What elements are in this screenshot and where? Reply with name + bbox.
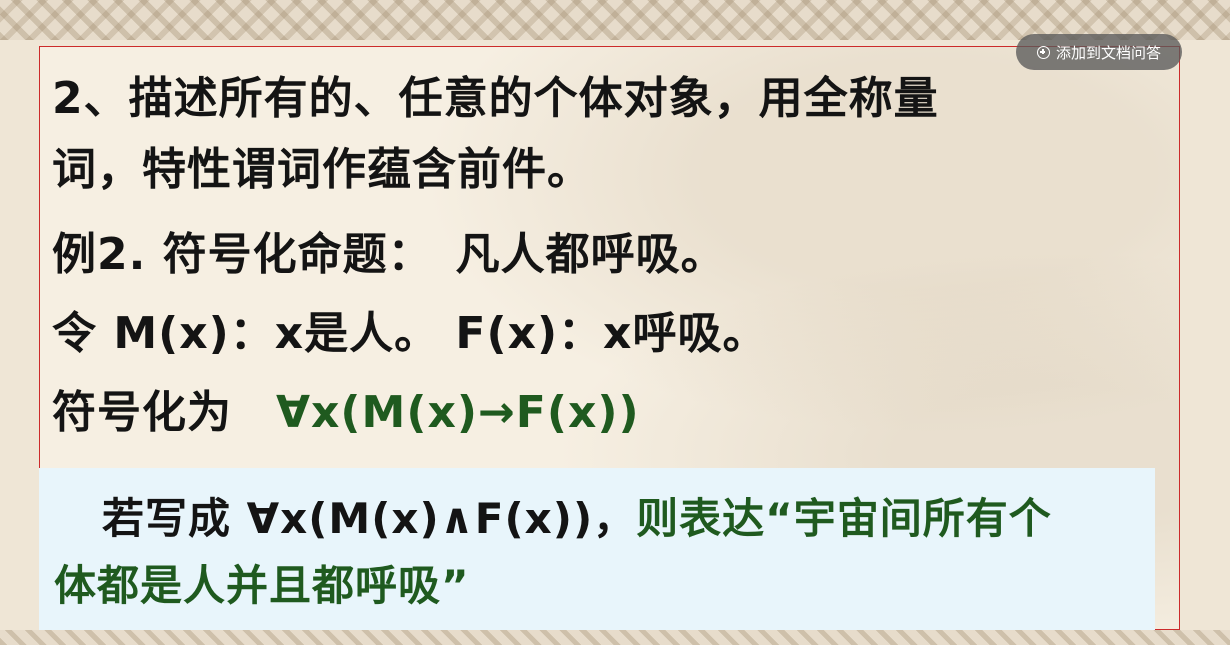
slide-line-3: 例2. 符号化命题： 凡人都呼吸。 (52, 229, 726, 280)
note-line-2: 体都是人并且都呼吸” (54, 561, 470, 610)
note-line-1: 若写成 ∀x(M(x)∧F(x))，则表达“宇宙间所有个 (102, 485, 1052, 546)
slide-line-4: 令 M(x)：x是人。 F(x)：x呼吸。 (52, 308, 768, 359)
plus-circle-icon (1036, 45, 1050, 59)
add-button-label: 添加到文档问答 (1055, 43, 1161, 62)
slide-line-1: 2、描述所有的、任意的个体对象，用全称量 (52, 73, 939, 124)
note-line-1-green: 则表达“宇宙间所有个 (636, 494, 1052, 543)
note-line-1-black: 若写成 ∀x(M(x)∧F(x))， (102, 494, 637, 543)
slide-line-5: 符号化为 ∀x(M(x)→F(x)) (52, 376, 640, 440)
formula-universal-implication: ∀x(M(x)→F(x)) (276, 387, 640, 438)
slide-line-2: 词，特性谓词作蕴含前件。 (52, 144, 592, 195)
add-to-doc-qa-button[interactable]: 添加到文档问答 (1016, 34, 1182, 70)
symbolize-label: 符号化为 (52, 387, 232, 438)
decorative-bottom-border (0, 630, 1230, 645)
